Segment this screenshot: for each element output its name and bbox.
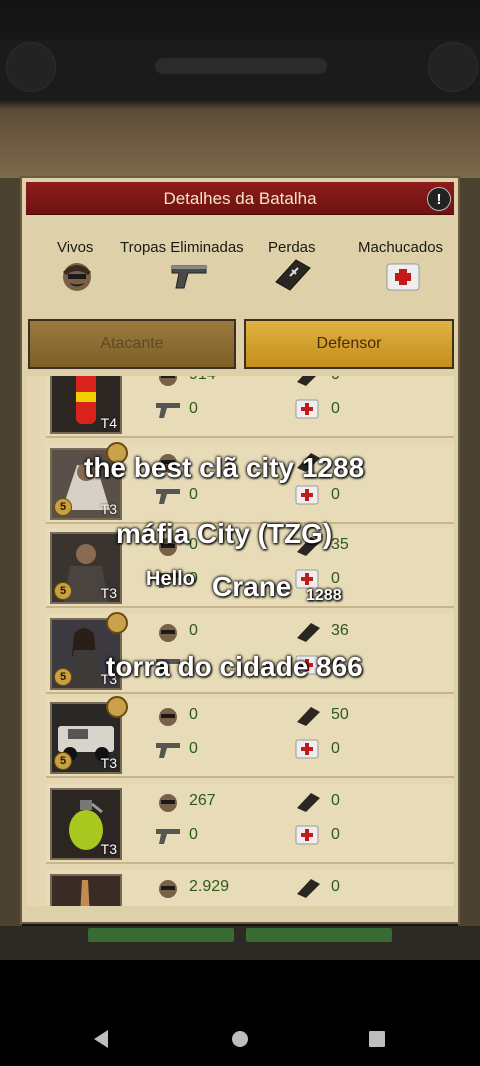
nav-back-icon[interactable] [92,1028,110,1050]
stat-label-tropas: Tropas Eliminadas [120,239,244,256]
overlay-text-line2: máfia City (TZG) [116,518,333,549]
coffin-icon [297,879,320,898]
tab-attacker[interactable]: Atacante [28,319,236,369]
unit-tier: T3 [100,501,117,517]
unit-type-badge [106,612,128,634]
list-item: T4 914 0 0 0 [46,376,454,438]
list-item: T3 267 0 0 0 [46,784,454,864]
stat-label-vivos: Vivos [57,239,94,256]
background-title [155,58,327,74]
soldier-head-icon [63,263,91,291]
star-level: 5 [54,668,72,686]
soldier-head-icon [159,624,177,642]
battle-details-panel: Detalhes da Batalha ! Vivos Tropas Elimi… [20,176,460,924]
overlay-crane-number: 1288 [306,587,342,604]
background-button [246,928,392,942]
medkit-icon [295,825,319,845]
overlay-crane: Crane [212,571,292,602]
medkit-icon [386,263,420,291]
soldier-head-icon [159,708,177,726]
nav-home-icon[interactable] [230,1028,250,1050]
unit-tier: T3 [100,585,117,601]
machucados-value: 0 [331,740,340,757]
overlay-text-line4: torra do cidade 866 [106,651,363,682]
nav-recents-icon[interactable] [368,1028,386,1050]
stat-label-machucados: Machucados [358,239,444,256]
pistol-icon [156,403,180,418]
machucados-value: 0 [331,826,340,843]
panel-title: Detalhes da Batalha [163,189,317,208]
menu-icon[interactable] [428,42,478,92]
unit-tier: T3 [100,841,117,857]
coffin-icon [275,259,311,291]
panel-header: Detalhes da Batalha ! [26,182,454,215]
medkit-icon [295,739,319,759]
coffin-icon [297,623,320,642]
coffin-icon [297,707,320,726]
vivos-value: 914 [189,376,216,384]
unit-image [52,876,120,906]
unit-portrait: T3 [50,788,122,860]
machucados-value: 0 [331,400,340,417]
perdas-value: 35 [331,536,349,553]
pistol-icon [156,489,180,504]
coffin-icon [297,793,320,812]
stat-label-perdas: Perdas [268,239,316,256]
star-level: 5 [54,498,72,516]
eliminadas-value: 0 [189,740,198,757]
pistol-icon [156,829,180,844]
vivos-value: 0 [189,706,198,723]
vivos-value: 2.929 [189,878,230,895]
overlay-hello: Hello [146,568,195,590]
background-right-edge [458,178,480,926]
overlay-text-line1: the best clã city 1288 [84,452,365,483]
perdas-value: 0 [331,792,340,809]
info-button[interactable]: ! [427,187,451,211]
medkit-icon [295,485,319,505]
unit-portrait [50,874,122,906]
coffin-icon [297,376,316,386]
soldier-head-icon [159,376,177,386]
tab-defender[interactable]: Defensor [244,319,454,369]
machucados-value: 0 [331,570,340,587]
star-level: 5 [54,752,72,770]
eliminadas-value: 0 [189,400,198,417]
pistol-icon [171,265,207,289]
pistol-icon [156,743,180,758]
list-item: 2.929 0 [46,870,454,906]
unit-portrait: 5 T3 [50,532,122,604]
perdas-value: 50 [331,706,349,723]
background-left-edge [0,178,22,926]
system-navigation-bar [0,960,480,1066]
machucados-value: 0 [331,486,340,503]
unit-tier: T3 [100,755,117,771]
background-button [88,928,234,942]
unit-tier: T4 [100,415,117,431]
perdas-value: 0 [331,878,340,895]
soldier-head-icon [159,880,177,898]
soldier-head-icon [159,794,177,812]
eliminadas-value: 0 [189,486,198,503]
background-bottom [0,926,480,960]
list-item: 5 T3 0 50 0 0 [46,696,454,778]
eliminadas-value: 0 [189,826,198,843]
vivos-value: 0 [189,622,198,639]
perdas-value: 36 [331,622,349,639]
star-level: 5 [54,582,72,600]
unit-portrait: T4 [50,376,122,434]
medkit-icon [295,399,319,419]
unit-type-badge [106,696,128,718]
perdas-value: 0 [331,376,340,384]
vivos-value: 267 [189,792,216,809]
back-icon[interactable] [6,42,56,92]
